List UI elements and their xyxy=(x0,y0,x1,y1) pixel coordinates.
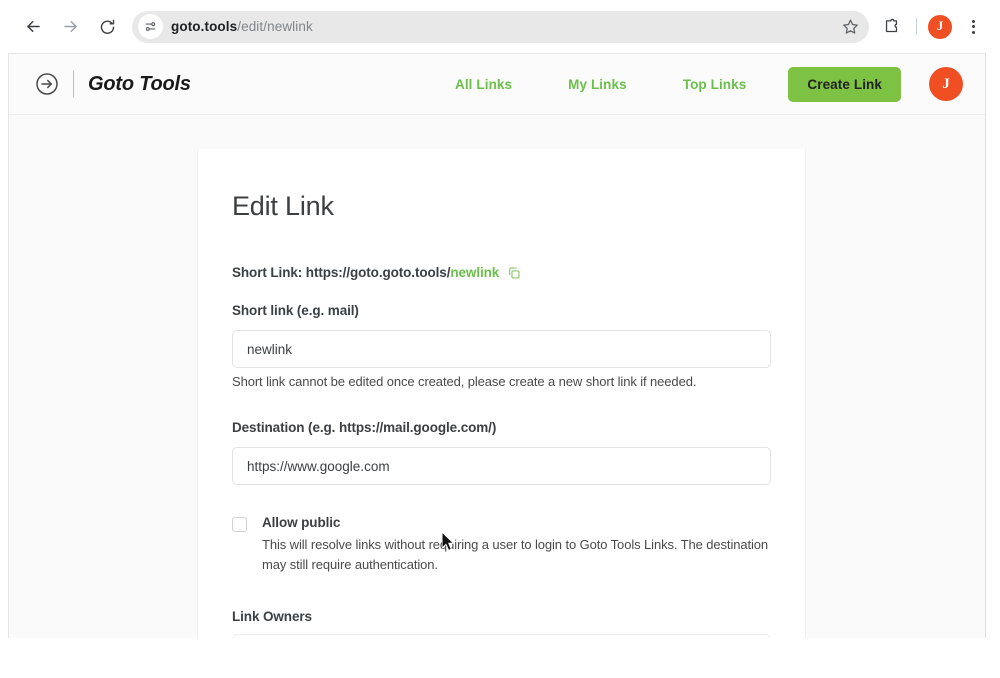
browser-toolbar: goto.tools/edit/newlink J xyxy=(0,0,1000,53)
short-link-prefix: Short Link: https://goto.goto.tools/ xyxy=(232,265,451,280)
arrow-left-icon xyxy=(26,20,40,33)
page-viewport: Goto Tools All Links My Links Top Links … xyxy=(8,53,986,638)
allow-public-label[interactable]: Allow public xyxy=(262,515,771,530)
user-avatar[interactable]: J xyxy=(929,67,963,101)
short-link-field-group: Short link (e.g. mail) Short link cannot… xyxy=(232,302,771,389)
nav-item-all-links[interactable]: All Links xyxy=(455,77,512,92)
browser-chrome: goto.tools/edit/newlink J xyxy=(0,0,1000,53)
kebab-menu-icon xyxy=(971,19,975,23)
app-header: Goto Tools All Links My Links Top Links … xyxy=(9,54,985,115)
short-link-help-text: Short link cannot be edited once created… xyxy=(232,374,697,389)
bookmark-button[interactable] xyxy=(835,12,865,42)
star-icon xyxy=(842,19,858,34)
short-link-label: Short link (e.g. mail) xyxy=(232,303,359,318)
url-path: /edit/newlink xyxy=(237,19,313,34)
link-owners-group: Link Owners xyxy=(232,609,771,638)
create-link-button[interactable]: Create Link xyxy=(788,66,901,102)
allow-public-description: This will resolve links without requirin… xyxy=(262,537,769,573)
allow-public-texts: Allow public This will resolve links wit… xyxy=(262,515,771,575)
url-host: goto.tools xyxy=(171,19,238,34)
short-link-slug: newlink xyxy=(450,265,500,280)
address-bar[interactable]: goto.tools/edit/newlink xyxy=(132,10,869,43)
brand-name: Goto Tools xyxy=(88,72,191,95)
allow-public-group: Allow public This will resolve links wit… xyxy=(232,515,771,575)
page-title: Edit Link xyxy=(232,191,334,221)
link-owners-label: Link Owners xyxy=(232,609,312,625)
nav-item-top-links[interactable]: Top Links xyxy=(683,77,747,92)
destination-label: Destination (e.g. https://mail.google.co… xyxy=(232,420,497,435)
reload-icon xyxy=(100,19,114,34)
extensions-button[interactable] xyxy=(877,13,905,41)
short-link-input[interactable] xyxy=(232,330,771,368)
copy-icon[interactable] xyxy=(507,266,521,280)
tune-icon xyxy=(145,22,156,31)
destination-field-group: Destination (e.g. https://mail.google.co… xyxy=(232,419,771,485)
puzzle-icon xyxy=(885,18,897,33)
primary-nav: All Links My Links Top Links Create Link… xyxy=(455,66,985,102)
chrome-profile-avatar[interactable]: J xyxy=(928,14,952,39)
brand-divider xyxy=(73,71,74,97)
url-text: goto.tools/edit/newlink xyxy=(171,19,313,34)
destination-input[interactable] xyxy=(232,447,771,485)
chrome-menu-button[interactable] xyxy=(960,13,986,41)
edit-link-card: Edit Link Short Link: https://goto.goto.… xyxy=(197,149,806,638)
arrow-circle-right-icon xyxy=(35,72,59,96)
back-button[interactable] xyxy=(18,12,48,42)
allow-public-checkbox[interactable] xyxy=(232,517,247,532)
arrow-right-icon xyxy=(63,20,77,33)
toolbar-divider xyxy=(916,18,917,35)
nav-item-my-links[interactable]: My Links xyxy=(568,77,627,92)
forward-button[interactable] xyxy=(55,12,85,42)
short-link-display: Short Link: https://goto.goto.tools/newl… xyxy=(232,265,771,280)
site-info-button[interactable] xyxy=(138,14,163,39)
brand-logo[interactable]: Goto Tools xyxy=(35,71,191,97)
reload-button[interactable] xyxy=(92,12,122,42)
